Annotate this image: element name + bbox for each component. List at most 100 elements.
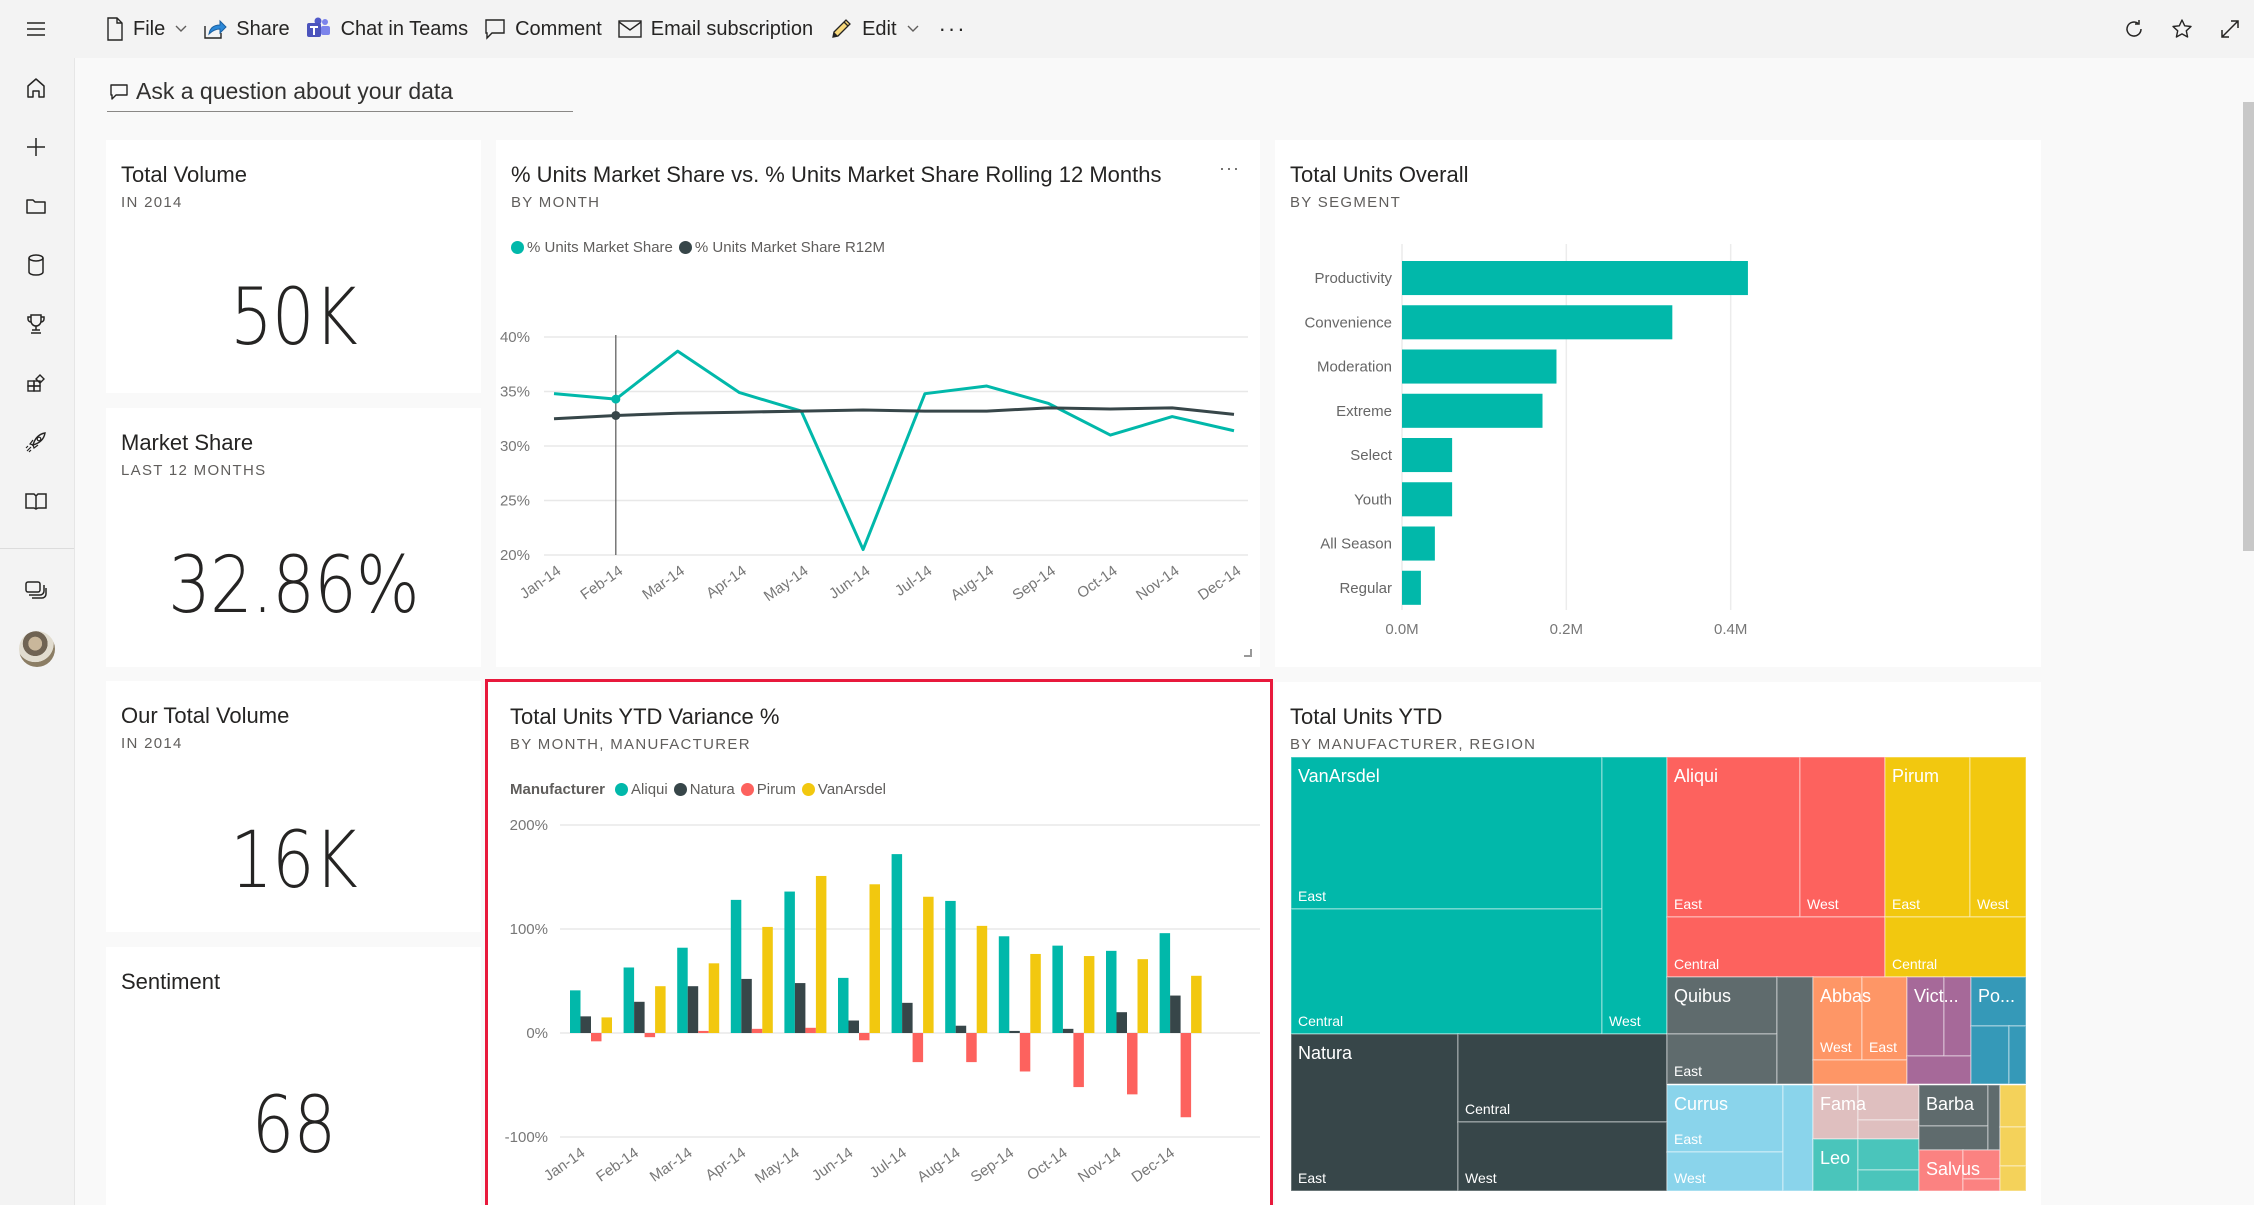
legend-label: Natura xyxy=(689,781,735,798)
treemap-region-label: East xyxy=(1892,896,1920,912)
treemap-cell-fama[interactable] xyxy=(1857,1084,1920,1121)
x-tick-label: Apr-14 xyxy=(702,1144,749,1184)
treemap-plot[interactable]: East Central West East West Central East West Ce… xyxy=(1275,682,2041,1205)
vertical-scrollbar[interactable] xyxy=(2243,102,2254,551)
column-aliqui xyxy=(1052,945,1063,1033)
sidebar-item-data-hub[interactable] xyxy=(18,247,54,283)
treemap-cell-leo[interactable] xyxy=(1857,1138,1920,1171)
legend-item-aliqui[interactable]: Aliqui xyxy=(615,781,668,798)
column-aliqui xyxy=(1106,950,1117,1033)
tile-ytd-variance-column-chart[interactable]: Total Units YTD Variance % BY MONTH, MAN… xyxy=(485,679,1273,1205)
treemap-cell-barba[interactable] xyxy=(1918,1125,1989,1151)
sidebar-item-workspaces[interactable] xyxy=(18,572,54,608)
edit-menu-button[interactable]: Edit xyxy=(821,0,926,58)
legend-item-market-share[interactable]: % Units Market Share xyxy=(511,239,673,256)
fullscreen-button[interactable] xyxy=(2206,0,2254,58)
x-tick-label: Sep-14 xyxy=(968,1144,1017,1186)
treemap-cell-vanarsdel-west[interactable] xyxy=(1601,756,1668,1035)
refresh-button[interactable] xyxy=(2110,0,2158,58)
column-pirum xyxy=(1127,1033,1138,1095)
treemap-cell-po[interactable] xyxy=(2008,1025,2027,1085)
column-aliqui xyxy=(623,967,635,1033)
treemap-manufacturer-label: Salvus xyxy=(1926,1159,1980,1179)
x-tick-label: Dec-14 xyxy=(1129,1144,1178,1186)
treemap-cell-other[interactable] xyxy=(1999,1165,2027,1192)
y-category-label: Regular xyxy=(1339,580,1392,597)
more-options-button[interactable]: ··· xyxy=(927,0,979,58)
comment-label: Comment xyxy=(515,17,602,40)
data-point xyxy=(611,410,621,420)
email-subscription-button[interactable]: Email subscription xyxy=(610,0,821,58)
treemap-cell-fama[interactable] xyxy=(1857,1119,1920,1140)
x-tick-label: May-14 xyxy=(761,562,812,605)
sidebar-item-learn[interactable] xyxy=(18,424,54,460)
treemap-cell-abbas[interactable] xyxy=(1812,1059,1908,1085)
treemap-manufacturer-label: Abbas xyxy=(1820,986,1871,1006)
line-chart-plot[interactable]: 20% 25% 30% 35% 40% Jan-14 Feb-14 Mar-14 Apr-14 M… xyxy=(496,270,1260,667)
y-tick-label: 30% xyxy=(500,438,530,455)
tile-our-total-volume[interactable]: Our Total Volume IN 2014 16K xyxy=(106,681,481,932)
treemap-cell-salvus[interactable] xyxy=(1962,1178,2001,1192)
tile-total-units-overall[interactable]: Total Units Overall BY SEGMENT 0.0M 0.2M 0… xyxy=(1275,140,2041,667)
treemap-cell-currus[interactable] xyxy=(1782,1084,1814,1192)
legend-item-natura[interactable]: Natura xyxy=(673,781,735,798)
comment-button[interactable]: Comment xyxy=(476,0,610,58)
tile-sentiment[interactable]: Sentiment 68 xyxy=(106,947,481,1205)
share-button[interactable]: Share xyxy=(195,0,297,58)
qna-comment-icon xyxy=(110,83,128,100)
treemap-cell-quibus[interactable] xyxy=(1776,976,1814,1085)
qna-search-input[interactable]: Ask a question about your data xyxy=(107,72,573,112)
tile-total-volume[interactable]: Total Volume IN 2014 50K xyxy=(106,140,481,393)
tile-market-share-line-chart[interactable]: % Units Market Share vs. % Units Market … xyxy=(496,140,1260,667)
bar-chart-plot[interactable]: 0.0M 0.2M 0.4M Productivity Convenience Moder… xyxy=(1275,230,2041,667)
column-natura xyxy=(1170,995,1181,1033)
kpi-value: 32.86% xyxy=(168,541,419,631)
file-menu-button[interactable]: File xyxy=(98,0,195,58)
sidebar-item-goals[interactable] xyxy=(18,306,54,342)
legend-item-market-share-r12m[interactable]: % Units Market Share R12M xyxy=(678,239,885,256)
kpi-value: 50K xyxy=(230,273,358,363)
treemap-cell-barba[interactable] xyxy=(1987,1084,2001,1151)
sidebar-item-home[interactable] xyxy=(18,70,54,106)
line-chart-legend: % Units Market Share % Units Market Shar… xyxy=(511,239,891,256)
browse-folder-icon xyxy=(26,199,46,214)
sidebar-item-apps[interactable] xyxy=(18,365,54,401)
treemap-cell-pirum-west[interactable] xyxy=(1969,756,2027,918)
column-pirum xyxy=(644,1033,656,1038)
legend-item-pirum[interactable]: Pirum xyxy=(740,781,796,798)
legend-dot xyxy=(615,783,629,796)
treemap-cell-po[interactable] xyxy=(1970,1025,2010,1085)
legend-item-vanarsdel[interactable]: VanArsdel xyxy=(801,781,886,798)
x-tick-label: Jan-14 xyxy=(517,562,564,602)
tile-market-share[interactable]: Market Share LAST 12 MONTHS 32.86% xyxy=(106,408,481,667)
treemap-cell-other[interactable] xyxy=(1999,1126,2027,1167)
tile-title: Sentiment xyxy=(121,969,221,994)
x-tick-label: 0.0M xyxy=(1385,621,1418,638)
tile-total-units-ytd-treemap[interactable]: Total Units YTD BY MANUFACTURER, REGION … xyxy=(1275,682,2041,1205)
sidebar-item-create[interactable] xyxy=(18,129,54,165)
sidebar-item-workspaces-book[interactable] xyxy=(18,483,54,519)
column-natura xyxy=(1116,1012,1127,1033)
hamburger-icon xyxy=(27,22,45,36)
avatar[interactable] xyxy=(19,631,55,667)
tile-subtitle: IN 2014 xyxy=(121,194,183,211)
x-tick-label: Feb-14 xyxy=(577,562,626,603)
tile-more-options-button[interactable]: ··· xyxy=(1219,158,1240,179)
treemap-cell-other[interactable] xyxy=(1999,1084,2027,1128)
column-chart-plot[interactable]: -100% 0% 100% 200% Jan-14 Feb-14 Mar-14 Apr-14 M… xyxy=(488,810,1270,1205)
home-icon xyxy=(27,78,45,98)
column-natura xyxy=(634,1001,645,1033)
navigation-menu-button[interactable] xyxy=(22,16,50,42)
resize-handle[interactable] xyxy=(1244,649,1252,657)
chat-in-teams-button[interactable]: Chat in Teams xyxy=(298,0,476,58)
column-aliqui xyxy=(677,947,688,1033)
treemap-cell-leo[interactable] xyxy=(1857,1169,1920,1192)
column-vanarsdel xyxy=(869,884,880,1033)
y-tick-label: 25% xyxy=(500,493,530,510)
sidebar-item-browse[interactable] xyxy=(18,188,54,224)
favorite-button[interactable] xyxy=(2158,0,2206,58)
treemap-region-label: West xyxy=(1674,1170,1706,1186)
treemap-cell-aliqui-west[interactable] xyxy=(1799,756,1886,918)
legend-label: % Units Market Share R12M xyxy=(694,239,885,256)
treemap-cell-vict[interactable] xyxy=(1906,1055,1972,1085)
